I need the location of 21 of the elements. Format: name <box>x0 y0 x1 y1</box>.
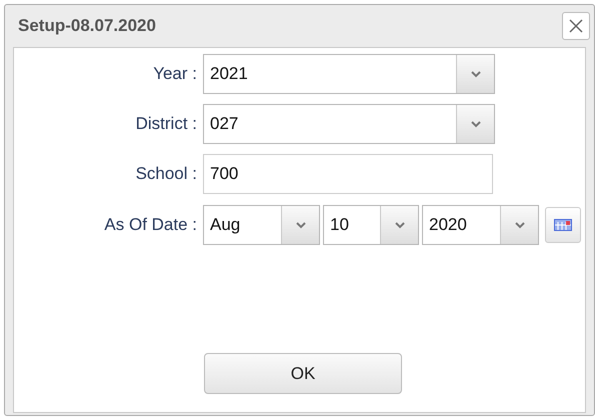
dropdown[interactable]: 027 <box>203 104 495 144</box>
dropdown[interactable]: 10 <box>323 205 419 245</box>
close-icon <box>569 19 583 33</box>
window-title: Setup-08.07.2020 <box>18 15 156 38</box>
field-label: District : <box>134 113 198 136</box>
chevron-down-icon <box>296 222 306 228</box>
chevron-down-icon <box>514 222 524 228</box>
chevron-down-icon <box>470 70 480 78</box>
dropdown[interactable]: 2021 <box>203 54 495 94</box>
dropdown[interactable]: Aug <box>203 205 320 245</box>
calendar-icon <box>554 219 572 231</box>
field-label: School : <box>134 163 198 186</box>
dropdown[interactable]: 2020 <box>422 205 539 245</box>
chevron-down-icon <box>394 222 404 228</box>
calendar-button[interactable] <box>545 207 581 243</box>
close-button[interactable] <box>562 12 590 40</box>
chevron-down-icon <box>470 120 480 128</box>
field-label: Year : <box>152 63 198 86</box>
input-field[interactable]: 700 <box>203 154 493 194</box>
field-label: As Of Date : <box>103 214 198 236</box>
ok-button[interactable]: OK <box>204 353 402 394</box>
